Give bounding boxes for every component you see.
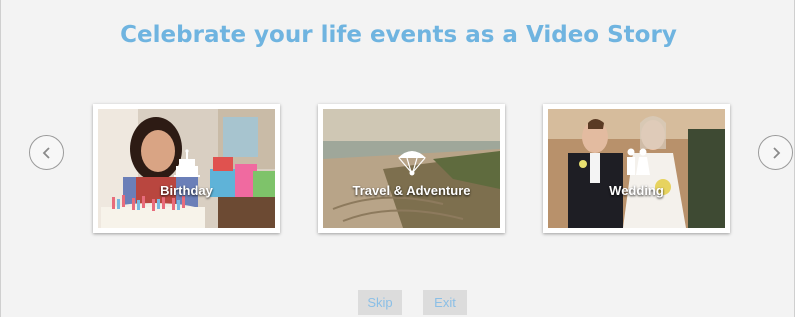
couple-icon (626, 148, 650, 175)
skip-button[interactable]: Skip (358, 290, 402, 315)
next-button[interactable] (758, 135, 793, 170)
event-card-wedding[interactable]: Wedding (543, 104, 730, 233)
app-window: Celebrate your life events as a Video St… (0, 0, 795, 317)
chevron-left-icon (42, 146, 50, 159)
page-title: Celebrate your life events as a Video St… (120, 22, 677, 48)
chevron-right-icon (772, 146, 780, 159)
event-card-birthday[interactable]: Birthday (93, 104, 280, 233)
event-card-travel[interactable]: Travel & Adventure (318, 104, 505, 233)
previous-button[interactable] (29, 135, 64, 170)
event-card-label: Travel & Adventure (352, 183, 471, 198)
cake-icon (173, 149, 200, 177)
event-card-label: Birthday (160, 183, 213, 198)
exit-button[interactable]: Exit (423, 290, 467, 315)
parachute-icon (397, 151, 426, 176)
event-card-label: Wedding (609, 183, 664, 198)
